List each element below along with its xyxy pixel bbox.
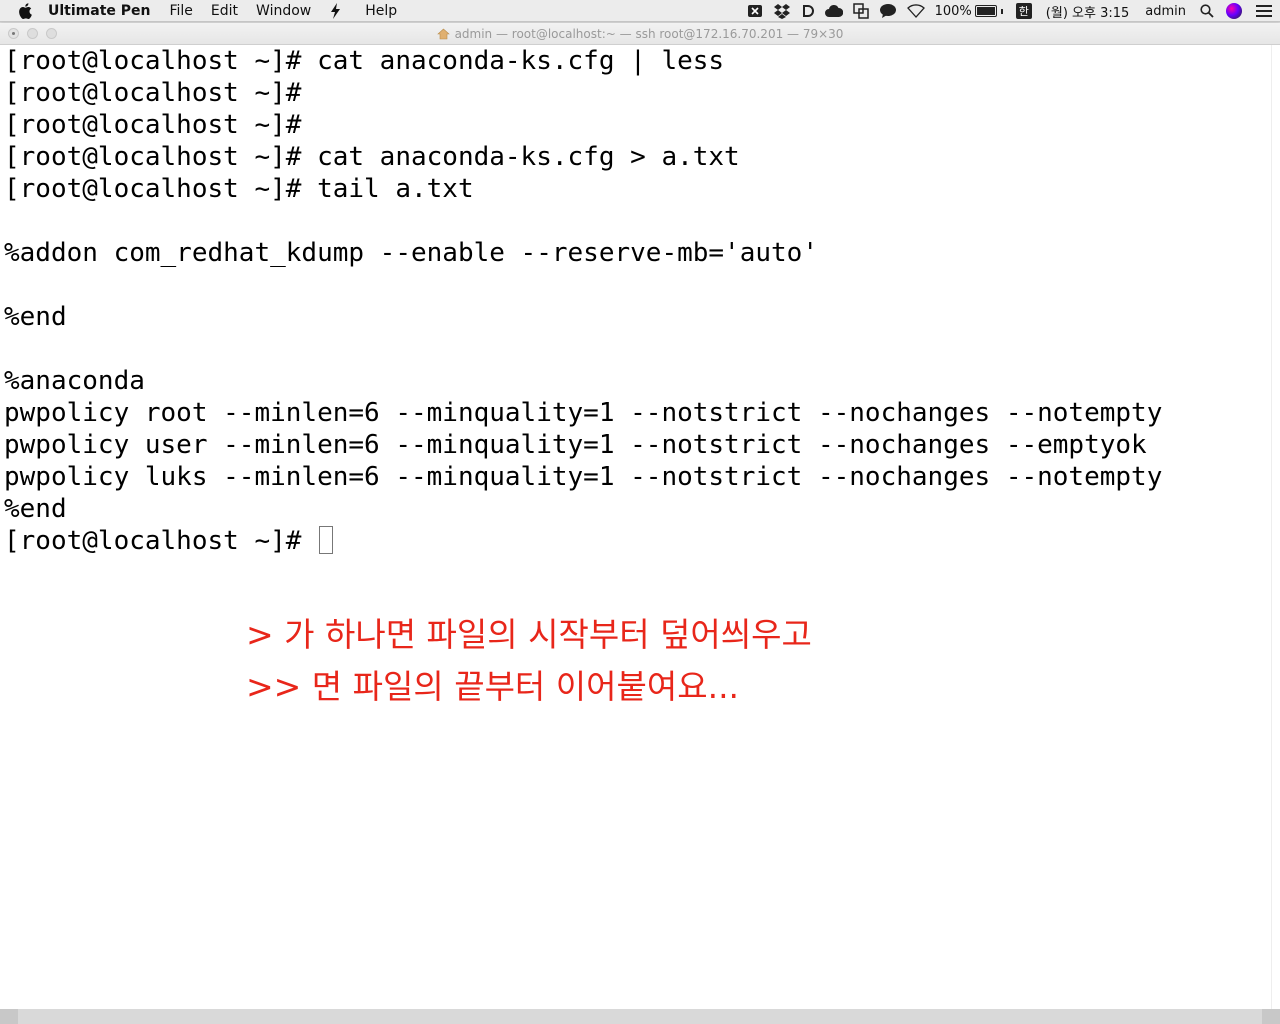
- battery-percent: 100%: [934, 3, 972, 19]
- zoom-button[interactable]: [46, 28, 57, 39]
- menu-window[interactable]: Window: [256, 3, 311, 19]
- terminal-window: admin — root@localhost:~ — ssh root@172.…: [0, 23, 1280, 1009]
- terminal-line: [root@localhost ~]# cat anaconda-ks.cfg …: [4, 46, 725, 76]
- shell-prompt: [root@localhost ~]#: [4, 526, 318, 556]
- window-title: admin — root@localhost:~ — ssh root@172.…: [454, 26, 844, 41]
- battery-status[interactable]: 100%: [935, 4, 1006, 19]
- dropbox-icon[interactable]: [773, 3, 791, 19]
- screens-icon[interactable]: [852, 3, 869, 19]
- cloud-icon[interactable]: [824, 4, 843, 18]
- menu-edit[interactable]: Edit: [211, 3, 238, 19]
- terminal-line: %anaconda: [4, 366, 145, 396]
- close-button[interactable]: [8, 28, 19, 39]
- terminal-cursor: [319, 525, 334, 554]
- pen-annotations: > 가 하나면 파일의 시작부터 덮어씌우고 >> 면 파일의 끝부터 이어붙여…: [246, 609, 812, 713]
- home-folder-icon: [436, 28, 450, 40]
- chat-bubble-icon[interactable]: [879, 3, 897, 19]
- annotation-overwrite: > 가 하나면 파일의 시작부터 덮어씌우고: [246, 615, 812, 654]
- app-menu[interactable]: Ultimate Pen: [48, 3, 150, 19]
- terminal-line: pwpolicy root --minlen=6 --minquality=1 …: [4, 398, 1163, 428]
- terminal-line: %end: [4, 302, 67, 332]
- terminal-scrollbar[interactable]: [1271, 45, 1280, 1009]
- terminal-line: pwpolicy luks --minlen=6 --minquality=1 …: [4, 462, 1163, 492]
- user-menu[interactable]: admin: [1145, 4, 1186, 19]
- d-app-icon[interactable]: [801, 3, 815, 19]
- notification-center-icon[interactable]: [1256, 2, 1272, 20]
- terminal-line: [root@localhost ~]# cat anaconda-ks.cfg …: [4, 142, 740, 172]
- wifi-icon[interactable]: [906, 4, 925, 18]
- menu-bar: Ultimate Pen File Edit Window Help 100% …: [0, 0, 1280, 22]
- spotlight-search-icon[interactable]: [1200, 4, 1214, 18]
- terminal-line: [root@localhost ~]#: [4, 110, 302, 140]
- background-window-edge: [0, 1009, 1280, 1024]
- terminal-line: %end: [4, 494, 67, 524]
- battery-icon: [974, 5, 997, 17]
- annotation-append: >> 면 파일의 끝부터 이어붙여요...: [246, 667, 740, 706]
- minimize-button[interactable]: [27, 28, 38, 39]
- input-source-indicator[interactable]: 한: [1015, 3, 1032, 19]
- terminal-output[interactable]: [root@localhost ~]# cat anaconda-ks.cfg …: [0, 45, 1272, 1009]
- window-controls: [8, 28, 65, 39]
- menu-help[interactable]: Help: [365, 3, 397, 19]
- terminal-line: %addon com_redhat_kdump --enable --reser…: [4, 238, 818, 268]
- terminal-line: [root@localhost ~]#: [4, 78, 302, 108]
- terminal-prompt-line[interactable]: [root@localhost ~]#: [0, 525, 1272, 557]
- siri-icon[interactable]: [1226, 3, 1242, 19]
- keyboard-viewer-icon[interactable]: [747, 3, 763, 19]
- apple-icon[interactable]: [18, 2, 34, 19]
- terminal-line: [root@localhost ~]# tail a.txt: [4, 174, 474, 204]
- menu-file[interactable]: File: [169, 3, 192, 19]
- pen-bolt-icon[interactable]: [329, 2, 343, 19]
- terminal-line: pwpolicy user --minlen=6 --minquality=1 …: [4, 430, 1147, 460]
- clock[interactable]: (월) 오후 3:15: [1046, 2, 1129, 21]
- window-titlebar[interactable]: admin — root@localhost:~ — ssh root@172.…: [0, 23, 1280, 45]
